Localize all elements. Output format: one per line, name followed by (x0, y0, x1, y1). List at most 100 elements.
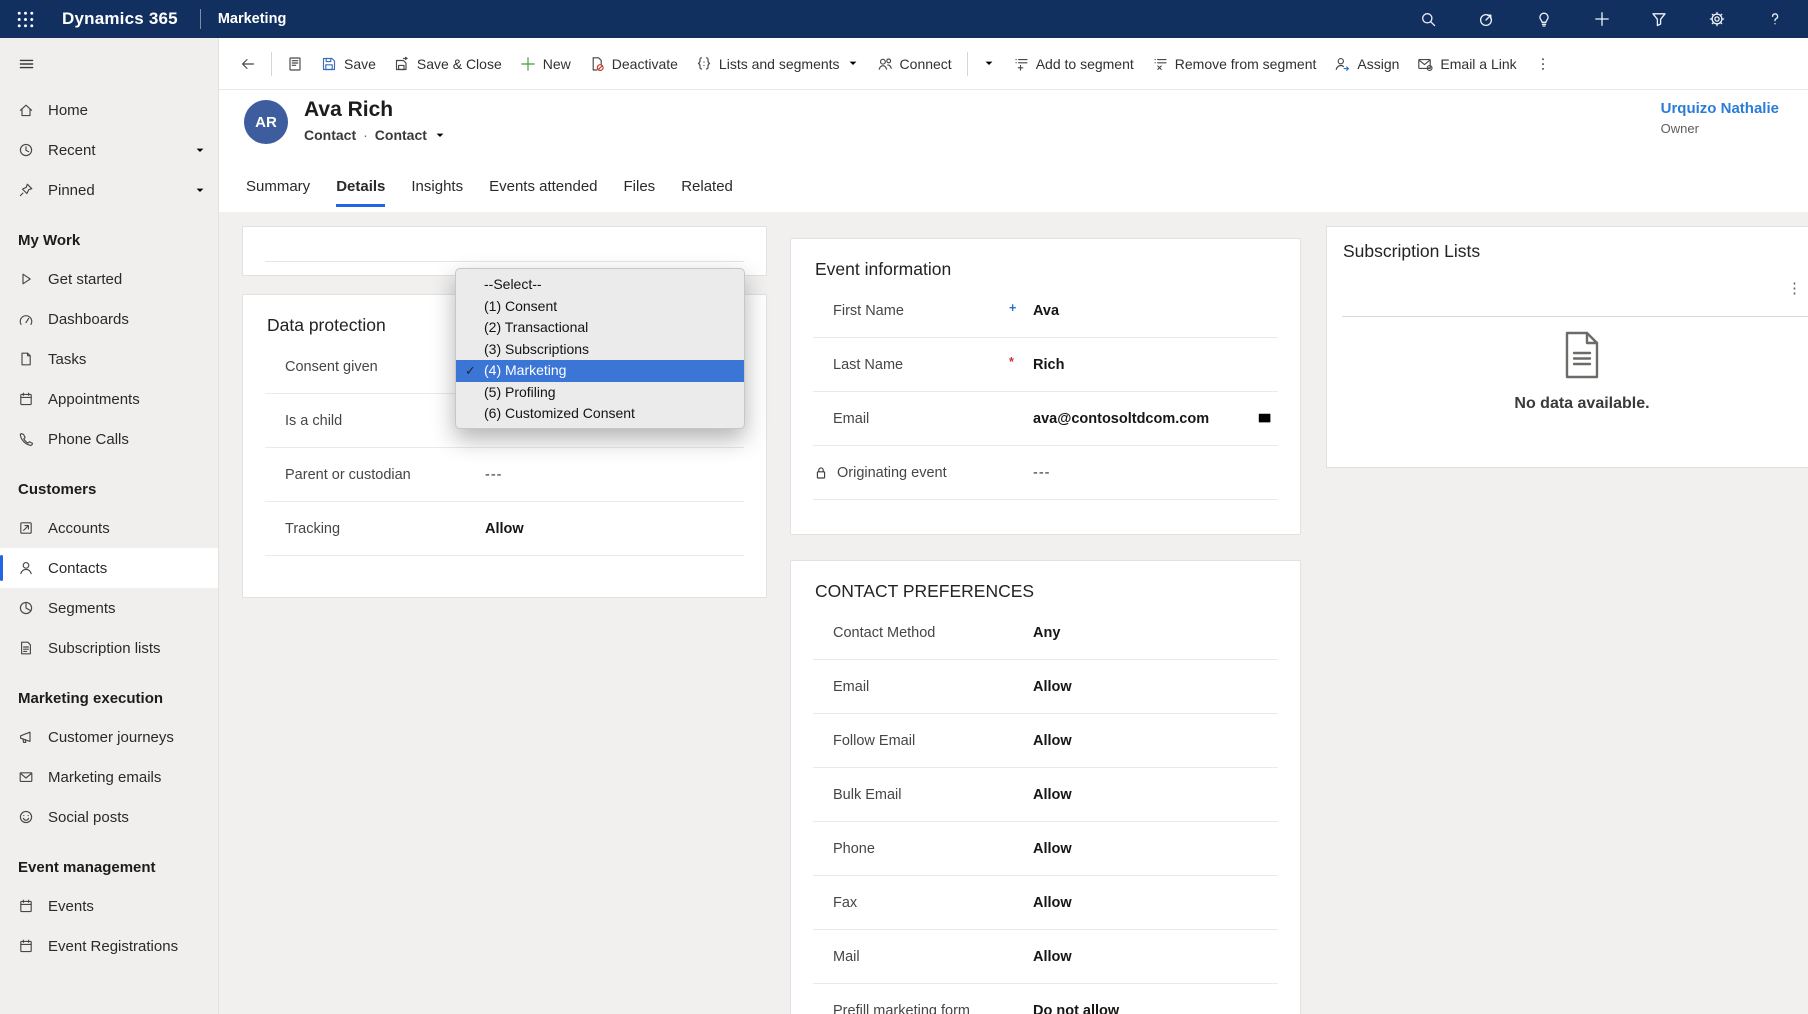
contact-preferences-fields: Contact MethodAnyEmailAllowFollow EmailA… (791, 606, 1300, 1014)
dropdown-option[interactable]: (5) Profiling (456, 382, 744, 404)
connect-more-button[interactable] (974, 49, 1004, 79)
field-row: MailAllow (813, 930, 1278, 984)
tab-details[interactable]: Details (334, 172, 387, 212)
sidebar-item-subscription-lists[interactable]: Subscription lists (0, 628, 218, 668)
connect-button[interactable]: Connect (868, 49, 961, 79)
remove-from-segment-button[interactable]: Remove from segment (1143, 49, 1326, 79)
field-row: Emailava@contosoltdcom.com (813, 392, 1278, 446)
quick-create-icon[interactable] (1594, 11, 1610, 27)
calendar-icon (18, 391, 34, 407)
form-selector-chevron-icon[interactable] (434, 129, 446, 141)
tab-files[interactable]: Files (622, 172, 658, 212)
form-selector-label[interactable]: Contact (375, 127, 427, 143)
save-button[interactable]: Save (312, 49, 385, 79)
checkmark-icon: ✓ (465, 360, 476, 382)
chevron-down-icon (847, 56, 859, 72)
field-value: Allow (485, 521, 524, 537)
dropdown-option[interactable]: ✓(4) Marketing (456, 360, 744, 382)
field-label: Contact Method (813, 625, 1009, 641)
field-label: Prefill marketing form (813, 1003, 1009, 1014)
sidebar-item-label: Marketing emails (48, 769, 161, 786)
sidebar-item-tasks[interactable]: Tasks (0, 339, 218, 379)
sidebar-item-marketing-emails[interactable]: Marketing emails (0, 757, 218, 797)
search-icon[interactable] (1420, 11, 1437, 28)
subgrid-more-commands-icon[interactable]: ⋮ (1787, 285, 1801, 292)
top-navigation-bar: Dynamics 365 Marketing (0, 0, 1808, 38)
phone-icon (18, 431, 34, 447)
field-row: Last Name*Rich (813, 338, 1278, 392)
sidebar-item-home[interactable]: Home (0, 90, 218, 130)
lock-icon (813, 465, 829, 481)
field-label: Tracking (265, 521, 461, 537)
sidebar-item-pinned[interactable]: Pinned (0, 170, 218, 210)
collapse-sitemap-button[interactable] (0, 38, 218, 90)
command-label: Add to segment (1036, 56, 1134, 72)
sidebar-item-segments[interactable]: Segments (0, 588, 218, 628)
more-commands-button[interactable] (1526, 49, 1560, 79)
save-close-icon (394, 56, 410, 72)
field-label: Fax (813, 895, 1009, 911)
chevron-down-icon[interactable] (194, 144, 206, 156)
mail-send-icon[interactable] (1257, 410, 1278, 427)
sidebar-item-appointments[interactable]: Appointments (0, 379, 218, 419)
email-a-link-button[interactable]: Email a Link (1408, 49, 1525, 79)
sidebar-item-label: Contacts (48, 560, 107, 577)
dropdown-option[interactable]: (1) Consent (456, 296, 744, 318)
list-x-icon (1152, 56, 1168, 72)
avatar: AR (244, 100, 288, 144)
sidebar-group-label: Customers (0, 459, 218, 508)
smiley-icon (18, 809, 34, 825)
home-icon (18, 102, 34, 118)
sidebar-item-events[interactable]: Events (0, 886, 218, 926)
sidebar-item-customer-journeys[interactable]: Customer journeys (0, 717, 218, 757)
sidebar-item-label: Event Registrations (48, 938, 178, 955)
help-icon[interactable] (1767, 11, 1784, 28)
sidebar-item-label: Home (48, 102, 88, 119)
dashboard-icon (18, 311, 34, 327)
sidebar-item-phone-calls[interactable]: Phone Calls (0, 419, 218, 459)
assign-button[interactable]: Assign (1325, 49, 1408, 79)
app-name[interactable]: Marketing (218, 11, 287, 27)
ideas-icon[interactable] (1536, 11, 1553, 28)
deactivate-button[interactable]: Deactivate (580, 49, 687, 79)
command-label: Lists and segments (719, 56, 840, 72)
advanced-find-icon[interactable] (1651, 11, 1668, 28)
sidebar-item-dashboards[interactable]: Dashboards (0, 299, 218, 339)
app-launcher-icon[interactable] (0, 10, 50, 29)
subtitle-separator: · (363, 127, 368, 143)
quick-actions-icon[interactable] (1478, 11, 1495, 28)
new-button[interactable]: New (511, 49, 580, 79)
chevron-down-icon[interactable] (194, 184, 206, 196)
sidebar-group-label: My Work (0, 210, 218, 259)
sidebar-item-recent[interactable]: Recent (0, 130, 218, 170)
sidebar-item-label: Dashboards (48, 311, 129, 328)
dropdown-option[interactable]: (3) Subscriptions (456, 339, 744, 361)
dropdown-option[interactable]: (6) Customized Consent (456, 403, 744, 425)
sidebar-item-label: Tasks (48, 351, 86, 368)
sidebar-item-contacts[interactable]: Contacts (0, 548, 218, 588)
settings-icon[interactable] (1709, 11, 1726, 28)
topbar-separator (200, 9, 201, 29)
tab-summary[interactable]: Summary (244, 172, 312, 212)
sidebar-item-get-started[interactable]: Get started (0, 259, 218, 299)
form-selector-button[interactable] (278, 49, 312, 79)
dropdown-option[interactable]: --Select-- (456, 274, 744, 296)
field-value: Allow (1033, 895, 1072, 911)
tab-related[interactable]: Related (679, 172, 735, 212)
sidebar-item-accounts[interactable]: Accounts (0, 508, 218, 548)
tab-events-attended[interactable]: Events attended (487, 172, 599, 212)
dropdown-option[interactable]: (2) Transactional (456, 317, 744, 339)
owner-link[interactable]: Urquizo Nathalie (1661, 100, 1779, 117)
tab-insights[interactable]: Insights (409, 172, 465, 212)
back-button[interactable] (231, 49, 265, 79)
sidebar-item-event-registrations[interactable]: Event Registrations (0, 926, 218, 966)
field-row: EmailAllow (813, 660, 1278, 714)
sidebar-item-label: Segments (48, 600, 116, 617)
command-label: Connect (900, 56, 952, 72)
command-label: Email a Link (1440, 56, 1516, 72)
sidebar-item-social-posts[interactable]: Social posts (0, 797, 218, 837)
save-and-close-button[interactable]: Save & Close (385, 49, 511, 79)
add-to-segment-button[interactable]: Add to segment (1004, 49, 1143, 79)
lists-and-segments-button[interactable]: Lists and segments (687, 49, 868, 79)
form-icon (287, 56, 303, 72)
